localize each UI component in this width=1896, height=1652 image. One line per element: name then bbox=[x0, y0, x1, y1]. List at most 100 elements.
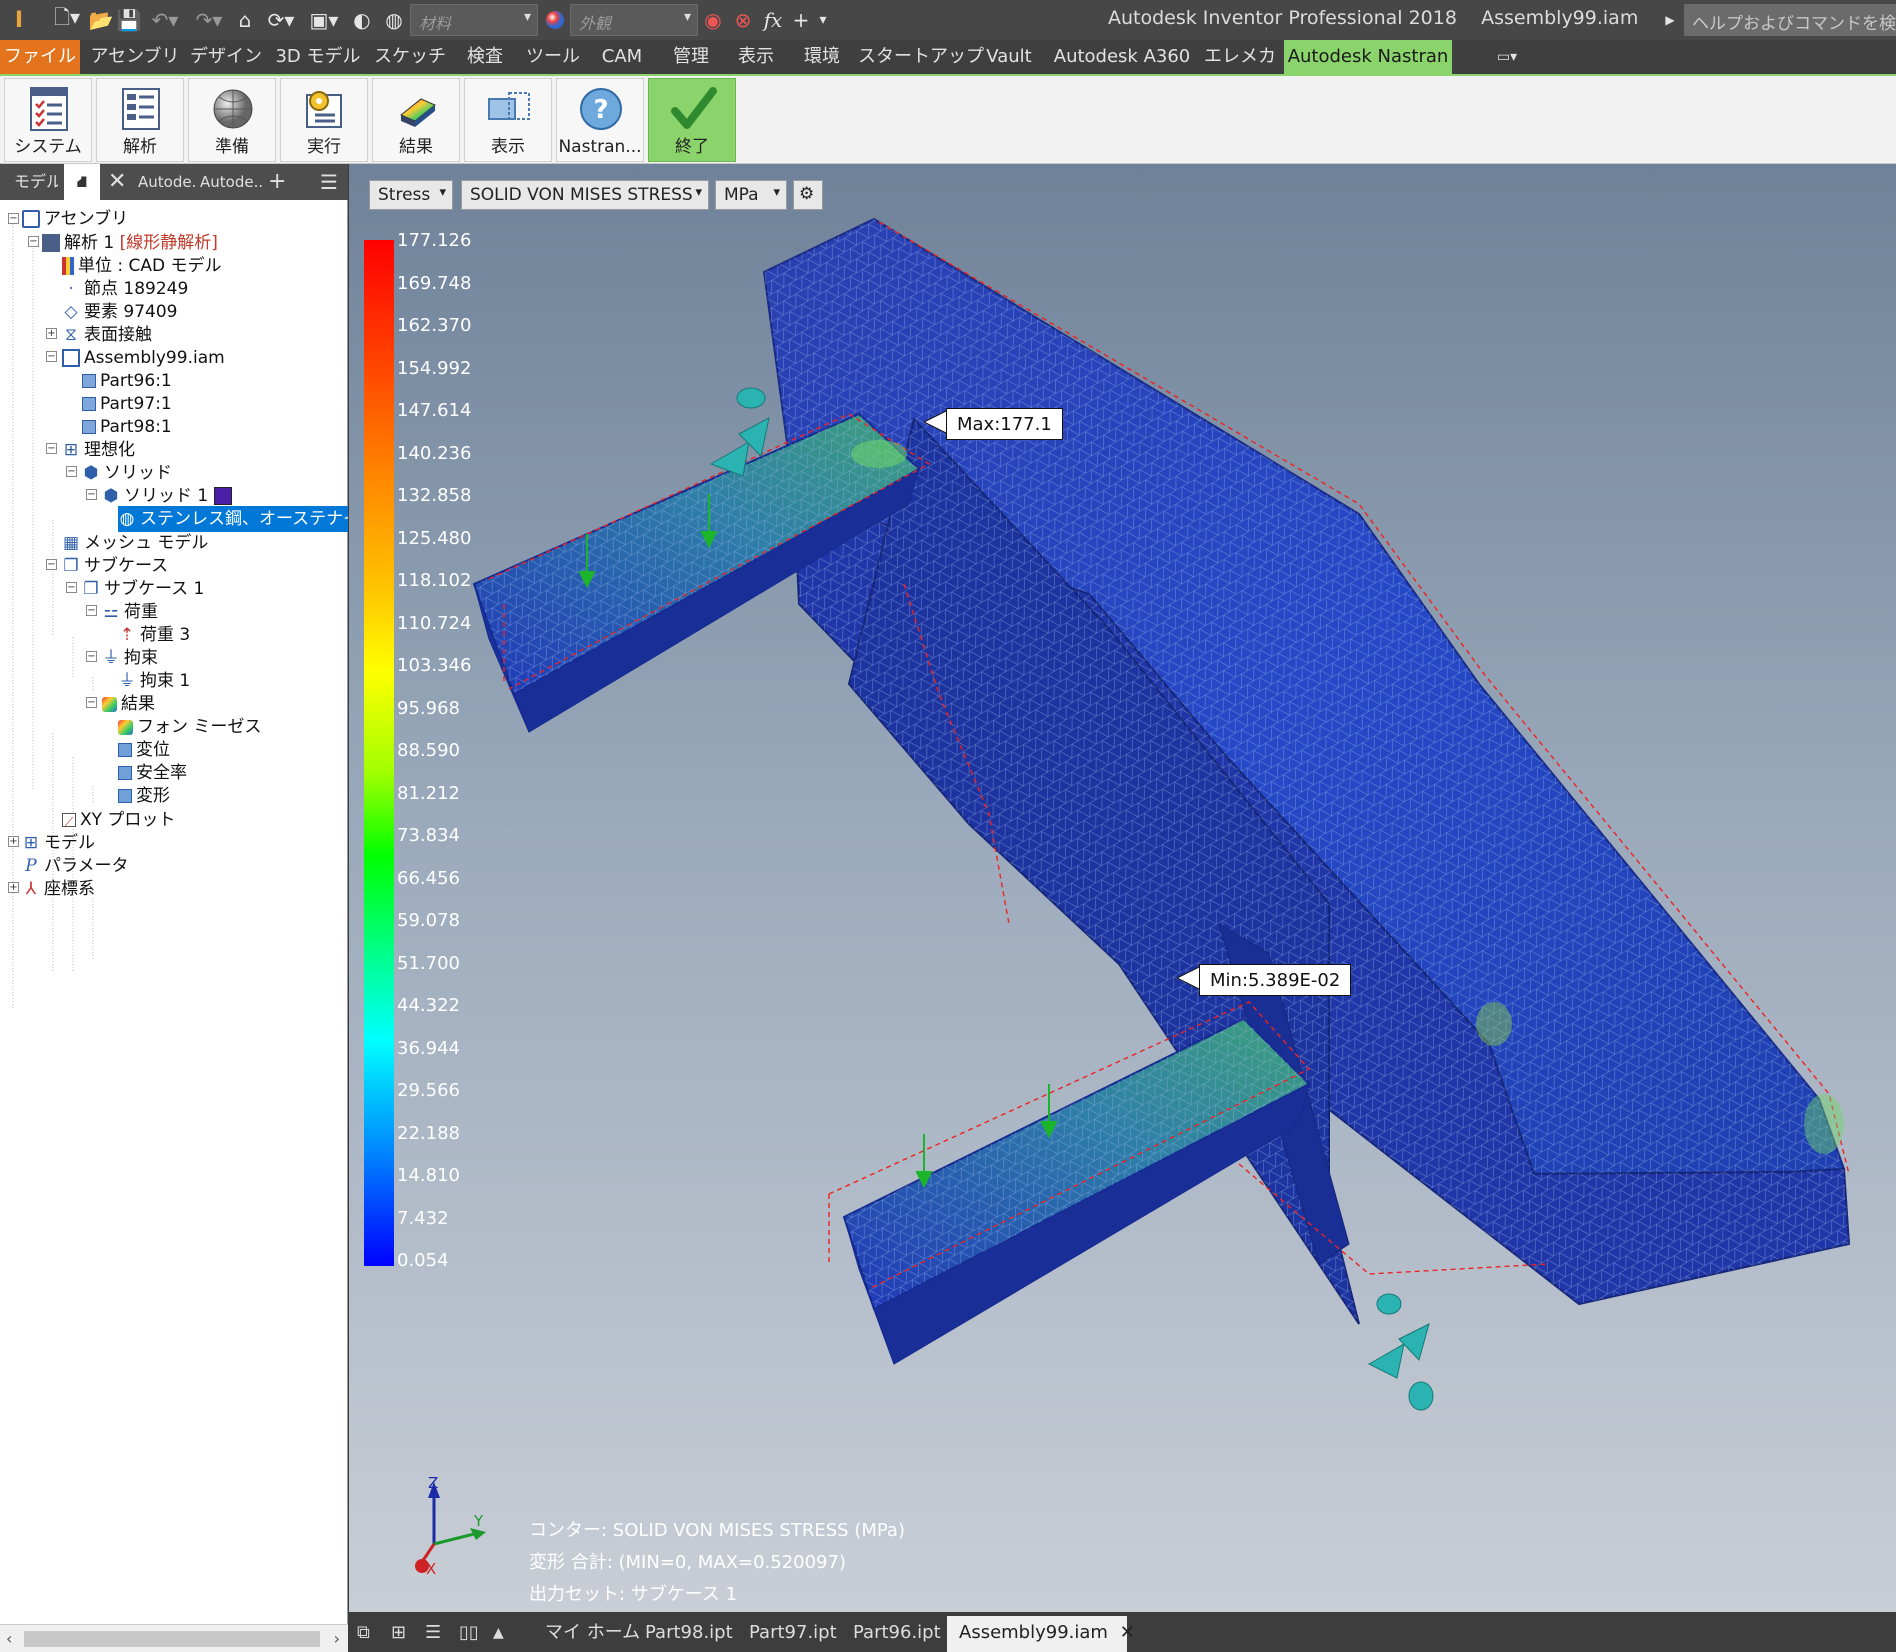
expand-toggle-results[interactable]: − bbox=[86, 697, 97, 708]
new-file-icon[interactable]: 🗋▾ bbox=[50, 5, 84, 34]
add-tab-icon[interactable]: + bbox=[268, 164, 288, 200]
tab-assembly99[interactable]: Assembly99.iam ✕ bbox=[947, 1616, 1135, 1652]
deformation-info-text: 変形 合計: (MIN=0, MAX=0.520097) bbox=[529, 1552, 846, 1573]
prepare-button[interactable]: 準備 bbox=[188, 78, 276, 162]
tab-manage[interactable]: 管理 bbox=[658, 40, 724, 74]
material-icon: ◍ bbox=[119, 509, 135, 529]
results-button[interactable]: 結果 bbox=[372, 78, 460, 162]
tab-autodesk-b[interactable]: Autode... bbox=[200, 164, 262, 200]
tree-guide-lines bbox=[12, 218, 94, 1009]
run-button[interactable]: 実行 bbox=[280, 78, 368, 162]
tab-autodesk-nastran[interactable]: Autodesk Nastran bbox=[1284, 40, 1452, 74]
open-folder-icon[interactable]: 📂 bbox=[88, 6, 114, 34]
part-icon bbox=[82, 397, 96, 411]
browser-menu-icon[interactable]: ☰ bbox=[320, 164, 344, 200]
analysis-button[interactable]: 解析 bbox=[96, 78, 184, 162]
safety-factor-result-icon bbox=[118, 766, 132, 780]
display-button[interactable]: 表示 bbox=[464, 78, 552, 162]
browser-filter-icon[interactable]: ⛘ bbox=[64, 164, 100, 200]
tab-design[interactable]: デザイン bbox=[186, 40, 266, 74]
nastran-help-button[interactable]: ? Nastran... bbox=[556, 78, 644, 162]
tab-sketch[interactable]: スケッチ bbox=[370, 40, 450, 74]
color-override-icon[interactable]: ◐ bbox=[348, 6, 376, 34]
system-button[interactable]: システム bbox=[4, 78, 92, 162]
cascade-windows-icon[interactable]: ⧉ bbox=[357, 1616, 381, 1652]
tab-3d-model[interactable]: 3D モデル bbox=[270, 40, 366, 74]
scroll-left-icon[interactable]: ‹ bbox=[6, 1629, 12, 1648]
tile-windows-icon[interactable]: ⊞ bbox=[391, 1616, 415, 1652]
scroll-right-icon[interactable]: › bbox=[334, 1629, 340, 1648]
tree-node-deformation[interactable]: 変形 bbox=[118, 783, 170, 809]
tab-part98[interactable]: Part98.ipt bbox=[645, 1616, 733, 1652]
expand-toggle-loads[interactable]: − bbox=[86, 605, 97, 616]
tab-environments[interactable]: 環境 bbox=[790, 40, 854, 74]
expand-toggle-assembly[interactable]: − bbox=[8, 213, 19, 224]
expand-arrow-icon[interactable]: ▶ bbox=[1660, 6, 1680, 34]
expand-toggle-model[interactable]: + bbox=[8, 836, 19, 847]
appearance-sphere-icon[interactable] bbox=[542, 6, 568, 34]
parameters-fx-icon[interactable]: fx bbox=[760, 6, 786, 34]
save-icon[interactable]: 💾 bbox=[116, 6, 142, 34]
material-select[interactable]: 材料 ▾ bbox=[410, 4, 538, 36]
tree-node-coordinate-system[interactable]: ⅄ 座標系 bbox=[22, 876, 95, 902]
assembly-file-icon bbox=[62, 349, 80, 367]
tab-get-started[interactable]: スタートアップ bbox=[858, 40, 984, 74]
inventor-logo-icon[interactable]: I bbox=[6, 6, 32, 34]
graphics-viewport[interactable]: Stress ▾ SOLID VON MISES STRESS ▾ MPa ▾ ⚙ 1… bbox=[349, 164, 1896, 1612]
expand-toggle-subcase-1[interactable]: − bbox=[66, 582, 77, 593]
close-icon[interactable]: ✕ bbox=[108, 164, 130, 200]
select-mode-icon[interactable]: ▣▾ bbox=[304, 6, 344, 34]
expand-toggle-contact[interactable]: + bbox=[46, 328, 57, 339]
expand-toggle-coord-system[interactable]: + bbox=[8, 882, 19, 893]
tab-part96[interactable]: Part96.ipt bbox=[853, 1616, 941, 1652]
scrollbar-thumb[interactable] bbox=[24, 1631, 320, 1647]
tab-inspect[interactable]: 検査 bbox=[452, 40, 518, 74]
xy-plot-icon: ⟋ bbox=[62, 813, 76, 829]
add-icon[interactable]: + bbox=[788, 6, 814, 34]
tile-vertical-icon[interactable]: ▯▯ bbox=[459, 1616, 483, 1652]
tab-part97[interactable]: Part97.ipt bbox=[749, 1616, 837, 1652]
tab-cam[interactable]: CAM bbox=[588, 40, 656, 74]
tab-assembly[interactable]: アセンブリ bbox=[86, 40, 184, 74]
appearance-select[interactable]: 外観 ▾ bbox=[570, 4, 698, 36]
tab-tools[interactable]: ツール bbox=[520, 40, 586, 74]
adjust-appearance-icon[interactable]: ◉ bbox=[700, 6, 726, 34]
tile-horizontal-icon[interactable]: ☰ bbox=[425, 1616, 449, 1652]
expand-toggle-assembly-file[interactable]: − bbox=[46, 351, 57, 362]
undo-icon[interactable]: ↶▾ bbox=[148, 6, 182, 34]
tab-my-home[interactable]: マイ ホーム bbox=[545, 1616, 640, 1652]
arrange-up-icon[interactable]: ▲ bbox=[493, 1616, 517, 1652]
tab-view[interactable]: 表示 bbox=[726, 40, 786, 74]
redo-icon[interactable]: ↷▾ bbox=[192, 6, 226, 34]
tree-node-material-selected[interactable]: ◍ステンレス鋼、オーステナイト系 bbox=[118, 506, 348, 532]
expand-toggle-analysis[interactable]: − bbox=[28, 236, 39, 247]
finish-button[interactable]: 終了 bbox=[648, 78, 736, 162]
customize-toolbar-icon[interactable]: ▾ bbox=[812, 6, 834, 34]
help-search-input[interactable]: ヘルプおよびコマンドを検索... bbox=[1684, 4, 1896, 36]
expand-toggle-subcases[interactable]: − bbox=[46, 559, 57, 570]
tab-vault[interactable]: Vault bbox=[978, 40, 1040, 74]
horizontal-scrollbar[interactable]: ‹ › bbox=[0, 1624, 348, 1652]
tab-elemeca[interactable]: エレメカ bbox=[1204, 40, 1276, 74]
expand-toggle-solid-1[interactable]: − bbox=[86, 489, 97, 500]
contour-info-text: コンター: SOLID VON MISES STRESS (MPa) bbox=[529, 1520, 905, 1541]
ribbon-panel: システム 解析 準備 実行 結果 表示 ? Nastran... 終了 bbox=[0, 74, 1896, 164]
expand-toggle-idealization[interactable]: − bbox=[46, 443, 57, 454]
tab-file[interactable]: ファイル bbox=[0, 40, 80, 74]
displacement-result-icon bbox=[118, 743, 132, 757]
results-icon bbox=[102, 696, 117, 712]
element-icon: ◇ bbox=[64, 302, 78, 322]
close-tab-icon[interactable]: ✕ bbox=[1120, 1622, 1135, 1643]
expand-toggle-constraints[interactable]: − bbox=[86, 651, 97, 662]
expand-toggle-solid[interactable]: − bbox=[66, 466, 77, 477]
help-question-icon: ? bbox=[580, 88, 622, 130]
ribbon-display-toggle-icon[interactable]: ▭▾ bbox=[1484, 40, 1530, 74]
material-icon[interactable]: ◍ bbox=[380, 6, 408, 34]
tab-a360[interactable]: Autodesk A360 bbox=[1052, 40, 1192, 74]
clear-appearance-icon[interactable]: ⊗ bbox=[730, 6, 756, 34]
tab-autodesk-a[interactable]: Autode... bbox=[138, 164, 196, 200]
home-icon[interactable]: ⌂ bbox=[232, 6, 258, 34]
tab-model[interactable]: モデル bbox=[14, 164, 58, 200]
tree-node-assembly[interactable]: アセンブリ bbox=[22, 206, 128, 232]
update-icon[interactable]: ⟳▾ bbox=[262, 6, 300, 34]
